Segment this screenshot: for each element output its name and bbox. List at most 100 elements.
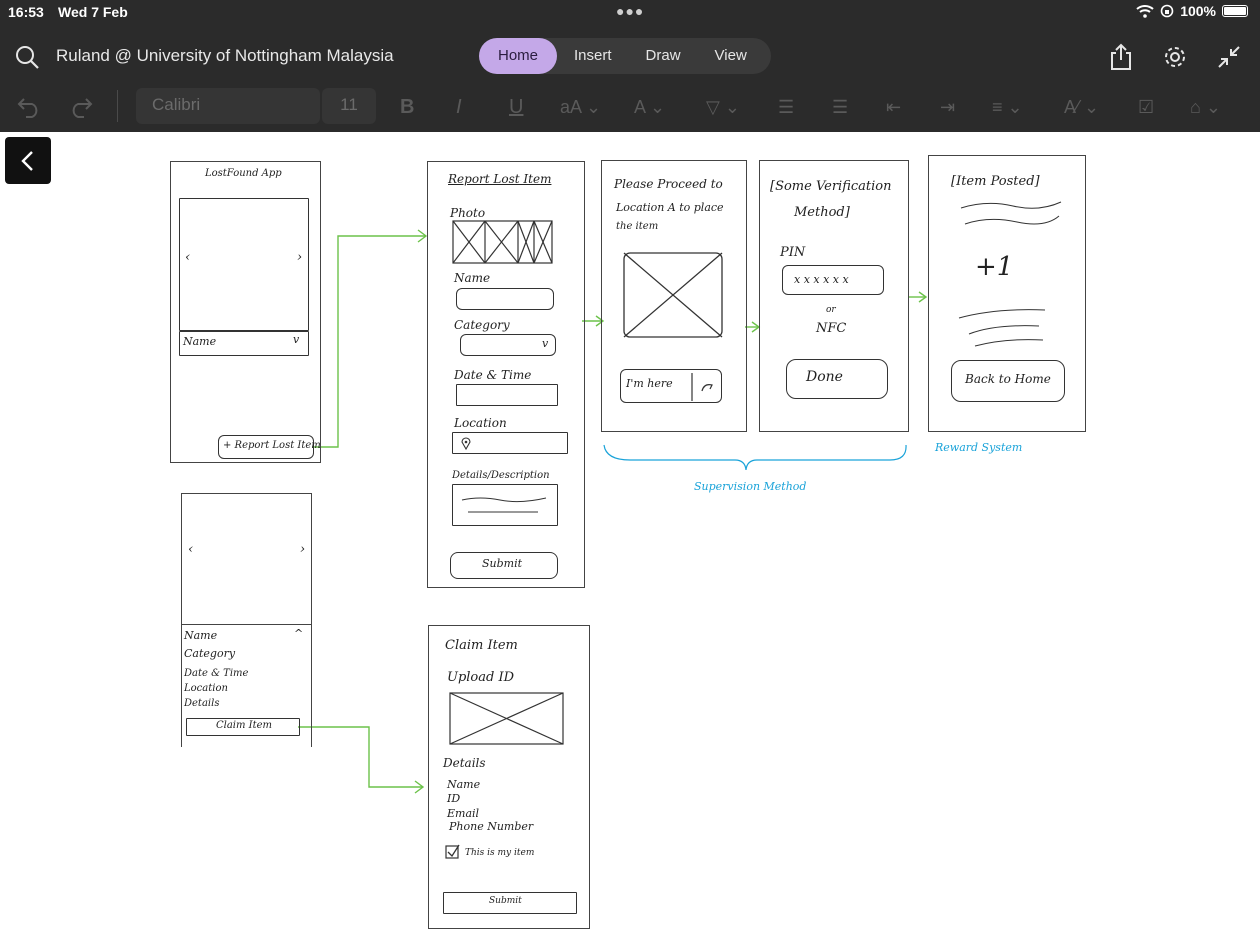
chevron-right-icon: ›: [300, 542, 306, 557]
font-family-select[interactable]: Calibri: [136, 88, 320, 124]
details-label: Details/Description: [452, 470, 550, 481]
format-toolbar: Calibri 11 B I U aA ⌄ A ⌄ ▽ ⌄ ☰ ☰ ⇤ ⇥ ≡ …: [0, 86, 1260, 128]
search-icon[interactable]: [14, 44, 40, 70]
posted-title: [Item Posted]: [951, 174, 1040, 189]
detail-field-datetime: Date & Time: [184, 668, 249, 679]
collapse-icon[interactable]: [1212, 40, 1246, 74]
or-label: or: [826, 305, 836, 315]
claim-field-name: Name: [447, 778, 481, 791]
detail-field-name: Name: [184, 629, 218, 642]
category-label: Category: [454, 318, 510, 332]
tab-insert[interactable]: Insert: [557, 38, 629, 74]
tab-draw[interactable]: Draw: [629, 38, 698, 74]
chevron-left-icon: ‹: [185, 250, 191, 265]
claim-submit-label: Submit: [489, 896, 522, 906]
numbered-list-icon[interactable]: ☰: [832, 86, 848, 128]
font-size-select[interactable]: 11: [322, 88, 376, 124]
align-icon[interactable]: ≡ ⌄: [992, 86, 1023, 128]
sketch-report-screen: Report Lost Item Photo Name Category v D…: [427, 161, 585, 588]
checkbox-label: This is my item: [465, 848, 535, 858]
redo-icon[interactable]: [68, 86, 94, 128]
multitask-dots-icon[interactable]: ●●●: [616, 3, 644, 19]
settings-icon[interactable]: [1158, 40, 1192, 74]
datetime-label: Date & Time: [454, 368, 532, 382]
ribbon-tabs: Home Insert Draw View: [479, 38, 771, 74]
underline-icon[interactable]: U: [509, 86, 523, 128]
status-time: 16:53: [8, 4, 44, 20]
submit-label: Submit: [482, 557, 523, 570]
battery-icon: [1222, 5, 1248, 17]
chevron-right-icon: ›: [297, 250, 303, 265]
indent-icon[interactable]: ⇥: [940, 86, 955, 128]
datetime-field: [456, 384, 558, 406]
chevron-down-icon: v: [542, 337, 549, 350]
name-label: Name: [454, 271, 491, 285]
image-carousel: [179, 198, 309, 331]
tab-home[interactable]: Home: [479, 38, 558, 74]
sketch-posted-screen: [Item Posted] +1 Back to Home: [928, 155, 1086, 432]
details-scribble: [461, 497, 547, 513]
italic-icon[interactable]: I: [456, 86, 462, 128]
verify-line1: [Some Verification: [770, 179, 892, 194]
tab-view[interactable]: View: [698, 38, 764, 74]
text-size-icon[interactable]: aA ⌄: [560, 86, 601, 128]
report-button-label: + Report Lost Item: [223, 440, 321, 451]
todo-checkbox-icon[interactable]: ☑: [1138, 86, 1154, 128]
detail-field-location: Location: [184, 683, 228, 694]
open-arrow-icon: [691, 373, 713, 401]
sketch-home-screen: LostFound App ‹ › Name v + Report Lost I…: [170, 161, 321, 463]
proceed-line2: Location A to place: [616, 201, 724, 214]
nfc-label: NFC: [816, 321, 847, 336]
verify-line2: Method]: [794, 205, 850, 220]
detail-image-carousel: [182, 494, 311, 626]
upload-id-label: Upload ID: [447, 670, 515, 685]
detail-field-details: Details: [184, 698, 220, 709]
chevron-down-icon: v: [293, 333, 300, 346]
wifi-icon: [1136, 5, 1154, 18]
bullet-list-icon[interactable]: ☰: [778, 86, 794, 128]
title-actions: [1104, 40, 1246, 74]
share-icon[interactable]: [1104, 40, 1138, 74]
claim-title: Claim Item: [445, 638, 518, 653]
pin-label: PIN: [780, 245, 806, 260]
claim-field-email: Email: [447, 807, 480, 820]
back-to-home-label: Back to Home: [965, 372, 1051, 386]
supervision-annotation: Supervision Method: [694, 480, 807, 493]
location-label: Location: [454, 416, 507, 430]
posted-scribble-bottom: [958, 309, 1046, 347]
photo-label: Photo: [450, 206, 486, 220]
checkbox-checked-icon: [445, 844, 460, 859]
proceed-line1: Please Proceed to: [614, 177, 723, 191]
outdent-icon[interactable]: ⇤: [886, 86, 901, 128]
im-here-label: I'm here: [626, 377, 673, 390]
claim-item-label: Claim Item: [216, 720, 273, 731]
font-color-icon[interactable]: A ⌄: [634, 86, 665, 128]
orientation-lock-icon: [1160, 4, 1174, 18]
notebook-title[interactable]: Ruland @ University of Nottingham Malays…: [56, 46, 394, 66]
id-upload-placeholder: [449, 692, 564, 745]
claim-details-label: Details: [443, 756, 486, 770]
detail-field-category: Category: [184, 647, 236, 660]
note-canvas[interactable]: LostFound App ‹ › Name v + Report Lost I…: [0, 132, 1260, 945]
highlighter-icon[interactable]: ▽ ⌄: [706, 86, 740, 128]
home-title: LostFound App: [205, 168, 282, 179]
points-gained: +1: [975, 252, 1014, 282]
tag-icon[interactable]: ⌂ ⌄: [1190, 86, 1221, 128]
undo-icon[interactable]: [16, 86, 42, 128]
battery-percent: 100%: [1180, 3, 1216, 19]
posted-scribble-top: [960, 201, 1062, 225]
status-right: 100%: [1136, 3, 1248, 19]
status-bar: 16:53 Wed 7 Feb ●●● 100%: [0, 0, 1260, 24]
title-bar: Ruland @ University of Nottingham Malays…: [0, 36, 1260, 76]
reward-annotation: Reward System: [935, 441, 1023, 454]
location-pin-icon: [461, 437, 471, 451]
bold-icon[interactable]: B: [400, 86, 414, 128]
status-date: Wed 7 Feb: [58, 4, 128, 20]
styles-icon[interactable]: A⁄ ⌄: [1064, 86, 1099, 128]
chevron-left-icon: ‹: [188, 542, 194, 557]
dropdown-label: Name: [183, 335, 217, 348]
report-title: Report Lost Item: [448, 172, 552, 186]
carousel-divider: [182, 624, 311, 625]
done-label: Done: [806, 369, 843, 385]
location-image-placeholder: [623, 252, 723, 338]
